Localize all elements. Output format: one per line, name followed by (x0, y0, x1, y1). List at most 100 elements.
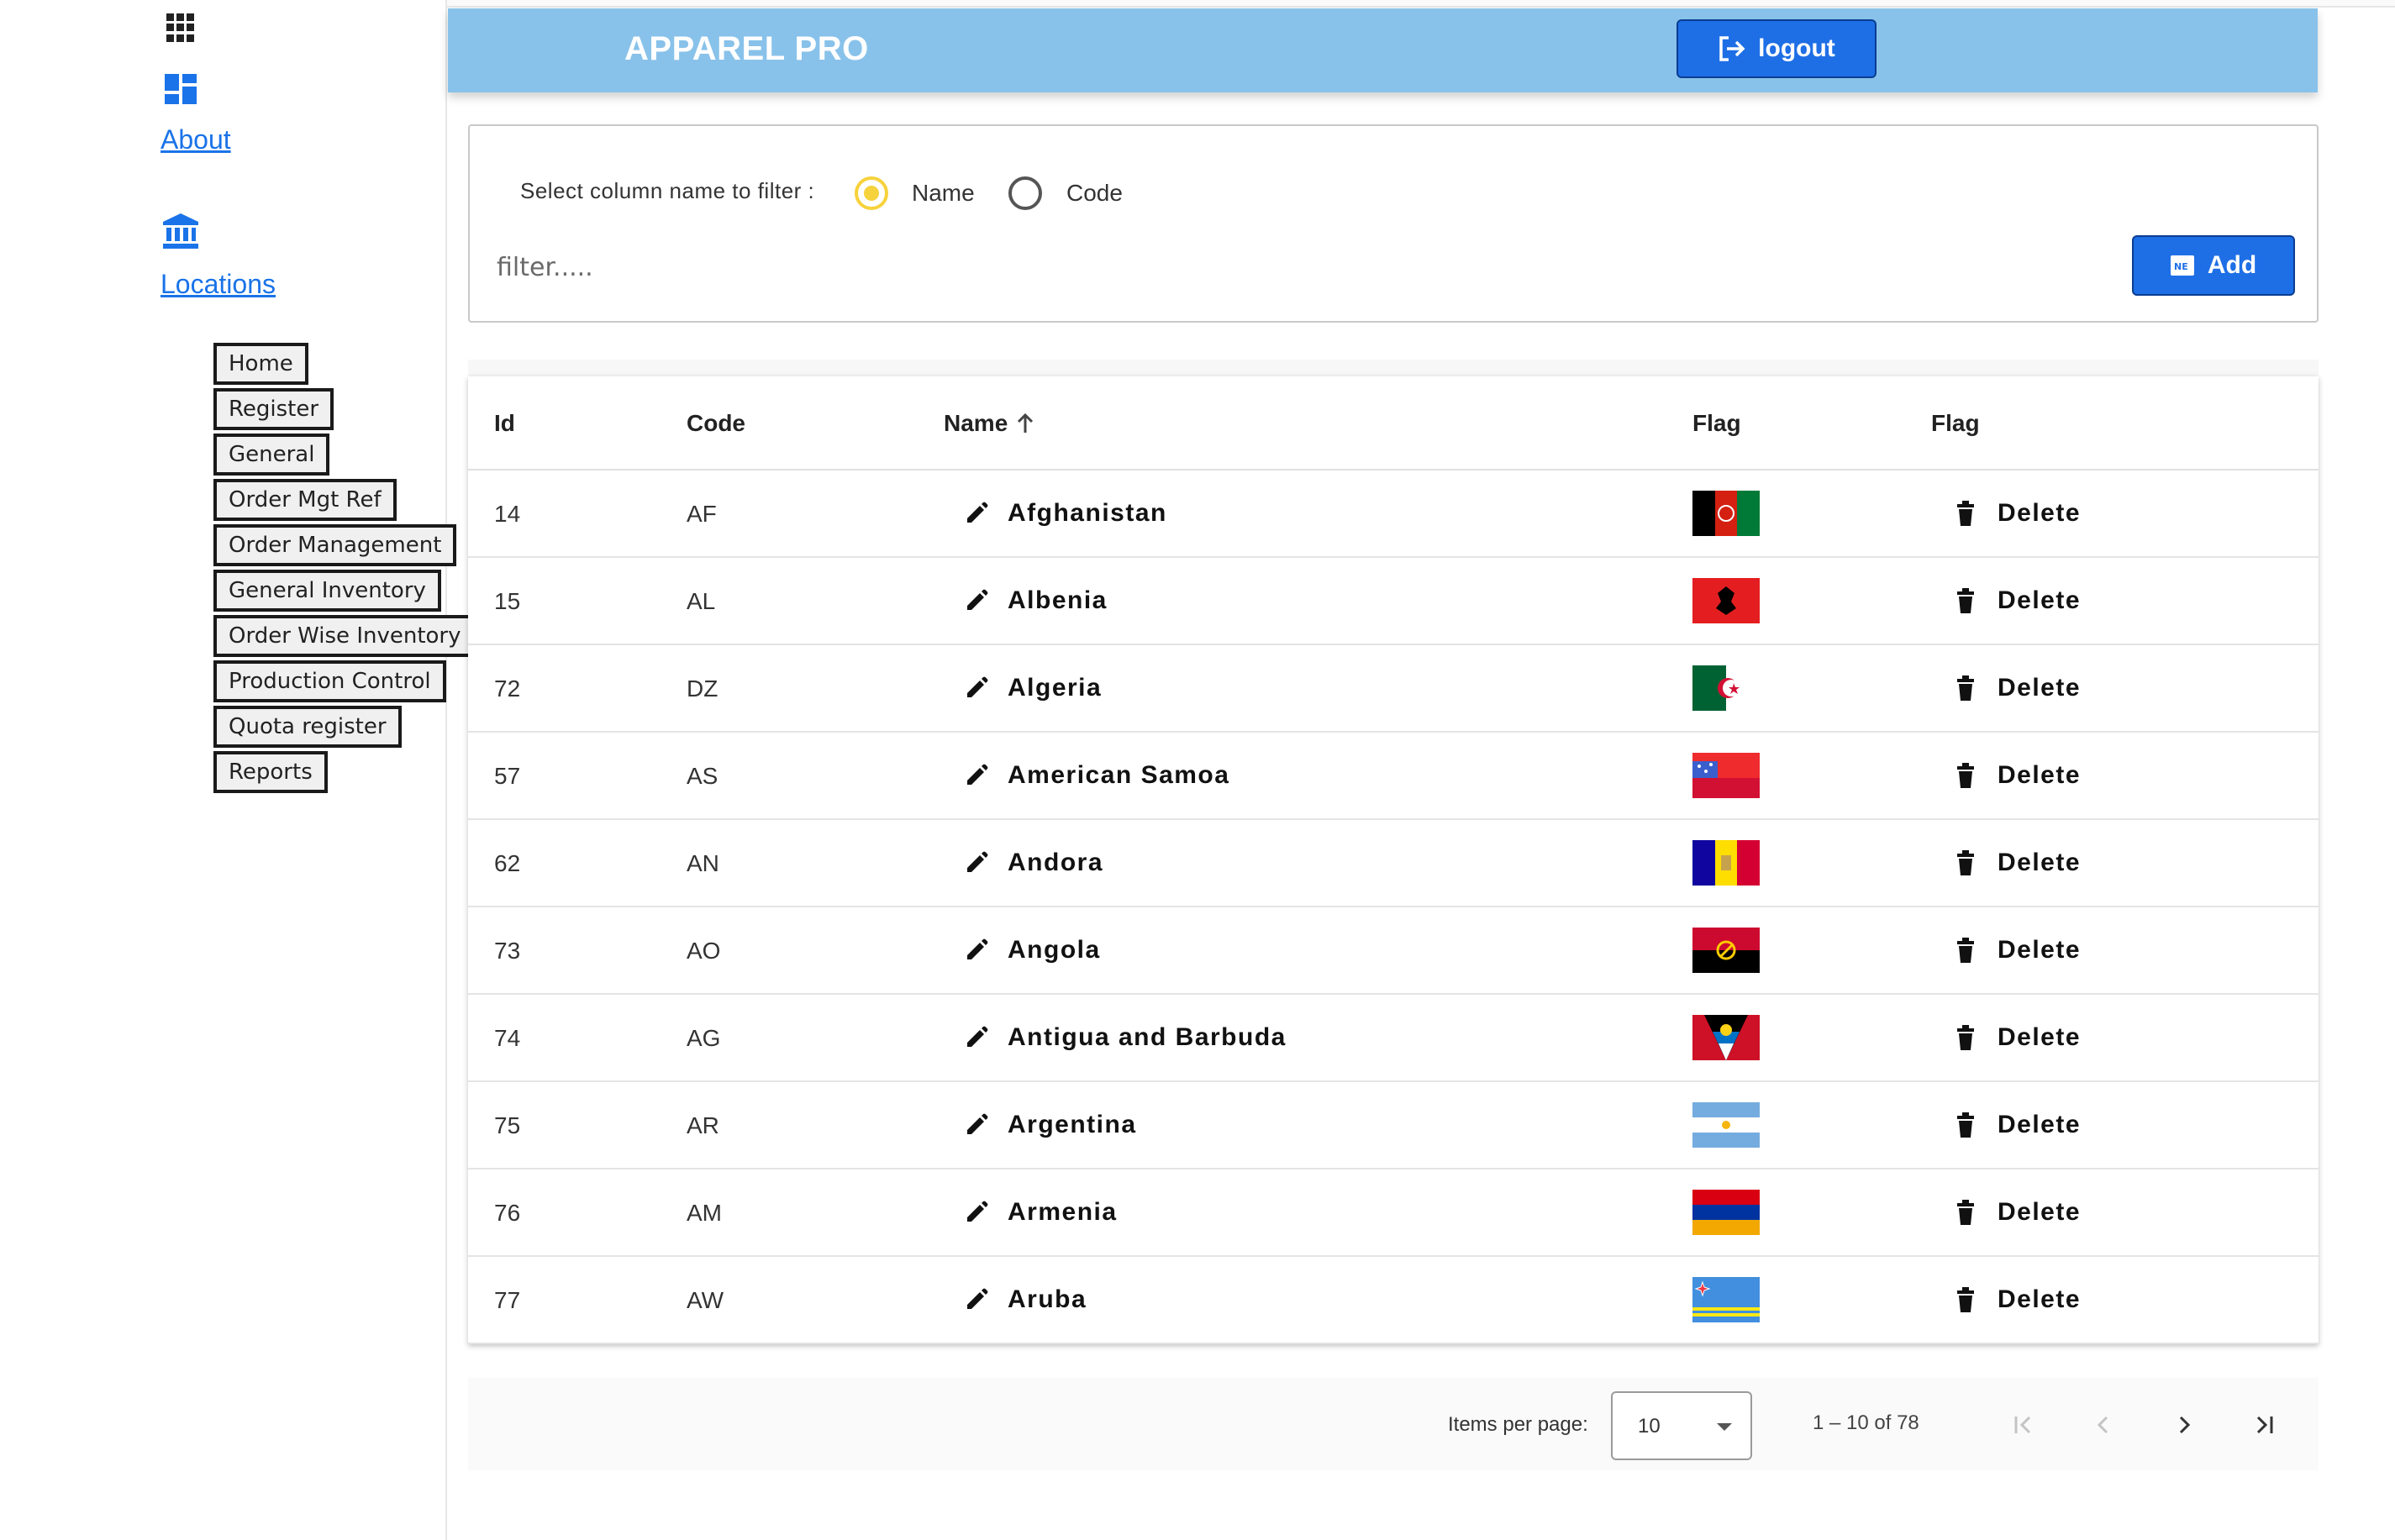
table-header: Id Code Name Flag Flag (468, 376, 2319, 470)
cell-name: Aruba (1008, 1285, 1087, 1313)
delete-label: Delete (1998, 674, 2082, 702)
edit-name-button[interactable]: Armenia (964, 1198, 1118, 1227)
nav-button-register[interactable]: Register (213, 388, 334, 430)
radio-code-label[interactable]: Code (1066, 180, 1123, 207)
trash-icon (1957, 1287, 1974, 1312)
edit-name-button[interactable]: Albenia (964, 586, 1108, 615)
nav-button-order-mgt-ref[interactable]: Order Mgt Ref (213, 479, 397, 521)
trash-icon (1957, 1200, 1974, 1225)
locations-link[interactable]: Locations (161, 269, 276, 300)
nav-button-order-wise-inventory[interactable]: Order Wise Inventory (213, 615, 476, 657)
sidebar: About Locations Home Register General Or… (0, 0, 476, 1540)
nav-button-general[interactable]: General (213, 434, 330, 476)
items-per-page-label: Items per page: (1448, 1413, 1588, 1436)
column-header-code[interactable]: Code (687, 410, 745, 437)
module-nav: Home Register General Order Mgt Ref Orde… (213, 343, 476, 796)
cell-name: Armenia (1008, 1198, 1118, 1226)
cell-name: Afghanistan (1008, 499, 1167, 527)
pencil-icon (967, 1288, 988, 1309)
cell-name: Andora (1008, 849, 1103, 876)
delete-button[interactable]: Delete (1955, 1023, 2081, 1052)
cell-code: AR (687, 1112, 719, 1138)
delete-label: Delete (1998, 1285, 2082, 1313)
cell-id: 62 (494, 850, 521, 876)
about-link[interactable]: About (161, 124, 231, 155)
flag-icon (1692, 1102, 1760, 1148)
delete-button[interactable]: Delete (1955, 674, 2081, 702)
pencil-icon (967, 589, 988, 610)
column-header-flag-actions: Flag (1931, 410, 1980, 436)
flag-icon (1692, 491, 1760, 536)
edit-name-button[interactable]: Andora (964, 849, 1103, 877)
table-row: 76 AM Armenia Delete (468, 1169, 2319, 1257)
trash-icon (1957, 938, 1974, 963)
cell-code: AO (687, 938, 721, 964)
cell-code: AW (687, 1287, 724, 1313)
trash-icon (1957, 763, 1974, 788)
last-page-icon (2256, 1416, 2273, 1434)
radio-code[interactable] (1008, 176, 1042, 210)
delete-button[interactable]: Delete (1955, 1285, 2081, 1314)
trash-icon (1957, 1112, 1974, 1138)
chevron-right-icon (2179, 1416, 2191, 1434)
delete-label: Delete (1998, 849, 2082, 876)
logout-icon (1719, 36, 1745, 61)
delete-button[interactable]: Delete (1955, 849, 2081, 877)
edit-name-button[interactable]: Angola (964, 936, 1101, 964)
next-page-button[interactable] (2159, 1400, 2209, 1450)
add-button[interactable]: NE Add (2132, 235, 2295, 296)
delete-button[interactable]: Delete (1955, 1111, 2081, 1139)
previous-page-button[interactable] (2078, 1400, 2129, 1450)
pencil-icon (967, 1113, 988, 1134)
cell-name: Albenia (1008, 586, 1108, 614)
chevron-left-icon (2097, 1416, 2108, 1434)
cell-code: DZ (687, 675, 718, 702)
radio-name[interactable] (855, 176, 888, 210)
edit-name-button[interactable]: American Samoa (964, 761, 1229, 790)
radio-name-label[interactable]: Name (912, 180, 975, 207)
delete-label: Delete (1998, 1198, 2082, 1226)
dropdown-caret-icon (1717, 1423, 1732, 1431)
first-page-icon (2014, 1416, 2031, 1434)
column-header-id[interactable]: Id (494, 410, 515, 437)
delete-button[interactable]: Delete (1955, 1198, 2081, 1227)
pencil-icon (967, 1201, 988, 1222)
svg-text:NE: NE (2174, 261, 2188, 272)
first-page-button[interactable] (1998, 1400, 2048, 1450)
cell-id: 77 (494, 1287, 521, 1313)
cell-code: AF (687, 501, 717, 527)
nav-button-order-management[interactable]: Order Management (213, 524, 457, 566)
edit-name-button[interactable]: Aruba (964, 1285, 1087, 1314)
nav-button-general-inventory[interactable]: General Inventory (213, 570, 441, 612)
section-divider (468, 360, 2319, 376)
delete-button[interactable]: Delete (1955, 586, 2081, 615)
nav-button-quota-register[interactable]: Quota register (213, 706, 402, 748)
nav-button-home[interactable]: Home (213, 343, 308, 385)
logout-button[interactable]: logout (1676, 19, 1877, 78)
cell-code: AG (687, 1025, 721, 1051)
page-size-select[interactable]: 10 (1611, 1391, 1752, 1460)
column-header-name[interactable]: Name (944, 410, 1034, 437)
edit-name-button[interactable]: Afghanistan (964, 499, 1167, 528)
flag-icon (1692, 753, 1760, 798)
nav-button-reports[interactable]: Reports (213, 751, 328, 793)
flag-icon (1692, 578, 1760, 623)
bank-icon (163, 213, 198, 249)
edit-name-button[interactable]: Algeria (964, 674, 1102, 702)
flag-icon (1692, 928, 1760, 973)
edit-name-button[interactable]: Argentina (964, 1111, 1137, 1139)
table-row: 77 AW Aruba Delete (468, 1257, 2319, 1344)
nav-button-production-control[interactable]: Production Control (213, 660, 446, 702)
filter-input[interactable] (495, 244, 2092, 291)
paginator: Items per page: 10 1 – 10 of 78 (468, 1378, 2319, 1470)
apps-grid-icon[interactable] (166, 13, 195, 42)
delete-button[interactable]: Delete (1955, 761, 2081, 790)
last-page-button[interactable] (2240, 1400, 2290, 1450)
table-row: 62 AN Andora Delete (468, 820, 2319, 907)
delete-button[interactable]: Delete (1955, 499, 2081, 528)
flag-icon (1692, 1190, 1760, 1235)
flag-icon (1692, 1015, 1760, 1060)
cell-id: 73 (494, 938, 521, 964)
edit-name-button[interactable]: Antigua and Barbuda (964, 1023, 1287, 1052)
delete-button[interactable]: Delete (1955, 936, 2081, 964)
